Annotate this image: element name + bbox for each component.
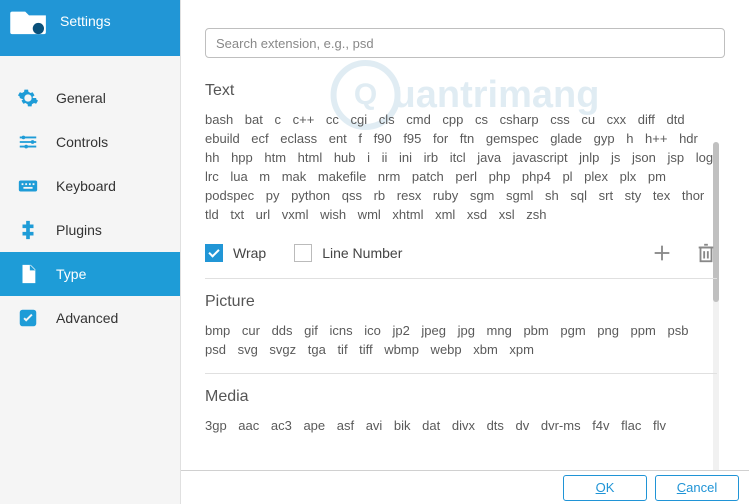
plugin-icon	[14, 216, 42, 244]
sidebar-item-label: Keyboard	[56, 178, 116, 194]
folder-settings-icon	[10, 6, 48, 36]
sidebar-item-label: Advanced	[56, 310, 118, 326]
keyboard-icon	[14, 172, 42, 200]
extension-list-media[interactable]: 3gp aac ac3 ape asf avi bik dat divx dts…	[205, 416, 717, 435]
settings-title: Settings	[60, 13, 111, 29]
sidebar-item-keyboard[interactable]: Keyboard	[0, 164, 180, 208]
extension-list-picture[interactable]: bmp cur dds gif icns ico jp2 jpeg jpg mn…	[205, 321, 717, 359]
separator	[205, 373, 717, 374]
section-title-text: Text	[205, 82, 717, 100]
delete-icon[interactable]	[695, 242, 717, 264]
sidebar-item-advanced[interactable]: Advanced	[0, 296, 180, 340]
options-row: Wrap Line Number	[205, 242, 717, 264]
nav: General Controls Keyboard Plugins	[0, 56, 180, 340]
add-icon[interactable]	[651, 242, 673, 264]
sidebar-item-type[interactable]: Type	[0, 252, 180, 296]
sidebar-item-label: Plugins	[56, 222, 102, 238]
section-title-picture: Picture	[205, 293, 717, 311]
ok-button[interactable]: OK	[563, 475, 647, 501]
sliders-icon	[14, 128, 42, 156]
gear-icon	[14, 84, 42, 112]
wrap-checkbox[interactable]	[205, 244, 223, 262]
sidebar-item-controls[interactable]: Controls	[0, 120, 180, 164]
sidebar-item-label: Controls	[56, 134, 108, 150]
search-input[interactable]	[205, 28, 725, 58]
footer: OK Cancel	[181, 470, 749, 504]
sidebar-item-label: Type	[56, 266, 86, 282]
separator	[205, 278, 717, 279]
sidebar-item-label: General	[56, 90, 106, 106]
linenumber-label: Line Number	[322, 245, 402, 261]
linenumber-checkbox[interactable]	[294, 244, 312, 262]
sidebar: Settings General Controls Keyboard	[0, 0, 181, 504]
section-title-media: Media	[205, 388, 717, 406]
advanced-icon	[14, 304, 42, 332]
extension-list-text[interactable]: bash bat c c++ cc cgi cls cmd cpp cs csh…	[205, 110, 717, 224]
file-type-icon	[14, 260, 42, 288]
sidebar-item-general[interactable]: General	[0, 76, 180, 120]
cancel-button[interactable]: Cancel	[655, 475, 739, 501]
wrap-label: Wrap	[233, 245, 266, 261]
sidebar-header: Settings	[0, 0, 180, 56]
main-panel: Quantrimang Text bash bat c c++ cc cgi c…	[181, 0, 749, 504]
sidebar-item-plugins[interactable]: Plugins	[0, 208, 180, 252]
